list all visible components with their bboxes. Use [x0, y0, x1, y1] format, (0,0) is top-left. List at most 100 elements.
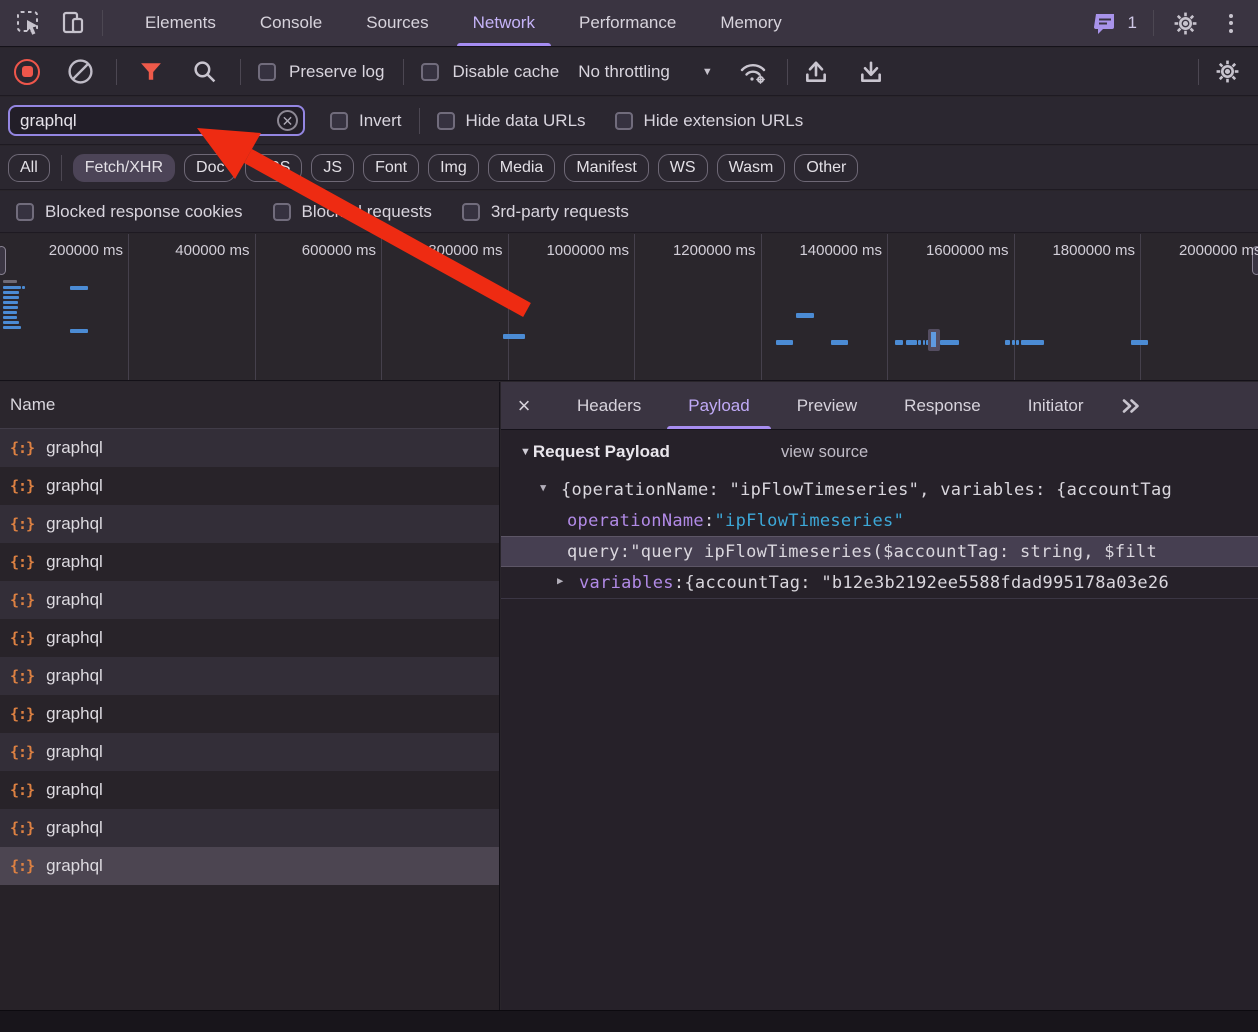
table-row[interactable]: {:} graphql [0, 467, 499, 505]
record-network-log-button[interactable] [14, 59, 40, 85]
3rd-party-requests-checkbox[interactable] [462, 203, 480, 221]
disable-cache-label: Disable cache [452, 62, 559, 82]
payload-variables-row[interactable]: ▶ variables: {accountTag: "b12e3b2192ee5… [501, 567, 1258, 598]
blocked-requests-checkbox[interactable] [273, 203, 291, 221]
timeline-overview[interactable]: 200000 ms400000 ms600000 ms800000 ms1000… [0, 234, 1258, 381]
clear-network-log-icon[interactable] [65, 57, 95, 87]
table-row[interactable]: {:}graphql [0, 581, 499, 619]
filter-chip-other[interactable]: Other [794, 154, 858, 182]
filter-chip-manifest[interactable]: Manifest [564, 154, 648, 182]
request-name: graphql [46, 742, 103, 762]
disable-cache-checkbox[interactable] [421, 63, 439, 81]
table-row[interactable]: {:}graphql [0, 657, 499, 695]
device-toolbar-icon[interactable] [58, 8, 88, 38]
waterfall-bar [906, 340, 917, 345]
tab-response[interactable]: Response [887, 382, 998, 429]
request-payload-section-header[interactable]: ▼ Request Payload view source [501, 430, 1258, 474]
network-settings-gear-icon[interactable] [1212, 57, 1242, 87]
throttling-dropdown[interactable]: No throttling ▼ [578, 62, 713, 82]
preserve-log-label: Preserve log [289, 62, 384, 82]
tab-initiator[interactable]: Initiator [1011, 382, 1101, 429]
more-options-kebab-icon[interactable] [1216, 8, 1246, 38]
view-source-link[interactable]: view source [781, 443, 868, 462]
filter-chip-css[interactable]: CSS [245, 154, 302, 182]
tab-headers[interactable]: Headers [560, 382, 658, 429]
waterfall-bar [940, 340, 959, 345]
key-value-separator: : [674, 573, 685, 593]
tab-payload[interactable]: Payload [671, 382, 766, 429]
key-value-separator: : [620, 542, 631, 562]
export-har-download-icon[interactable] [856, 57, 886, 87]
blocked-response-cookies-checkbox[interactable] [16, 203, 34, 221]
clear-filter-icon[interactable]: ✕ [277, 110, 298, 131]
hide-data-urls-label: Hide data URLs [466, 111, 586, 131]
filter-chip-doc[interactable]: Doc [184, 154, 236, 182]
preserve-log-checkbox[interactable] [258, 63, 276, 81]
name-column-header[interactable]: Name [0, 382, 499, 429]
timeline-gridline [508, 234, 509, 380]
toolbar-divider [403, 59, 404, 85]
filter-funnel-icon[interactable] [136, 57, 166, 87]
close-details-icon[interactable]: × [501, 393, 547, 419]
table-row[interactable]: {:}graphql [0, 695, 499, 733]
waterfall-bar [3, 301, 18, 304]
request-payload-title: Request Payload [533, 442, 670, 462]
import-har-upload-icon[interactable] [801, 57, 831, 87]
filter-chip-media[interactable]: Media [488, 154, 556, 182]
filter-chip-wasm[interactable]: Wasm [717, 154, 786, 182]
timeline-gridline [128, 234, 129, 380]
request-name: graphql [46, 476, 103, 496]
hide-data-urls-checkbox[interactable] [437, 112, 455, 130]
payload-object-value: {accountTag: "b12e3b2192ee5588fdad995178… [684, 573, 1169, 593]
timeline-left-handle[interactable] [0, 246, 6, 275]
payload-operation-row[interactable]: operationName: "ipFlowTimeseries" [501, 505, 1258, 536]
filter-chip-font[interactable]: Font [363, 154, 419, 182]
chevron-down-icon: ▼ [702, 66, 713, 78]
table-row[interactable]: {:}graphql [0, 619, 499, 657]
tab-elements[interactable]: Elements [123, 0, 238, 46]
filter-chip-img[interactable]: Img [428, 154, 479, 182]
toolbar-divider [787, 59, 788, 85]
details-tab-bar: × Headers Payload Preview Response Initiator [501, 382, 1258, 430]
timeline-tick-label: 800000 ms [428, 242, 502, 259]
json-braces-icon: {:} [10, 515, 34, 533]
payload-string-value: "query ipFlowTimeseries($accountTag: str… [630, 542, 1157, 562]
table-row[interactable]: {:}graphql [0, 771, 499, 809]
filter-chip-ws[interactable]: WS [658, 154, 708, 182]
table-row[interactable]: {:}graphql [0, 847, 499, 885]
network-conditions-icon[interactable] [738, 57, 768, 87]
table-row[interactable]: {:}graphql [0, 809, 499, 847]
tab-sources[interactable]: Sources [344, 0, 450, 46]
filter-chip-js[interactable]: JS [311, 154, 354, 182]
tab-console[interactable]: Console [238, 0, 344, 46]
invert-checkbox[interactable] [330, 112, 348, 130]
timeline-gridline [761, 234, 762, 380]
table-row[interactable]: {:}graphql [0, 733, 499, 771]
tab-performance[interactable]: Performance [557, 0, 698, 46]
filter-chip-all[interactable]: All [8, 154, 50, 182]
inspect-element-icon[interactable] [14, 8, 44, 38]
search-icon[interactable] [189, 57, 219, 87]
checkbox-label: Blocked response cookies [45, 202, 243, 222]
tab-network[interactable]: Network [451, 0, 557, 46]
table-row[interactable]: {:}graphql [0, 543, 499, 581]
filter-text-input[interactable] [8, 105, 305, 136]
settings-gear-icon[interactable] [1170, 8, 1200, 38]
payload-preview-row[interactable]: ▼ {operationName: "ipFlowTimeseries", va… [501, 474, 1258, 505]
json-braces-icon: {:} [10, 477, 34, 495]
json-braces-icon: {:} [10, 857, 34, 875]
issues-count[interactable]: 1 [1128, 13, 1137, 33]
collapse-triangle-icon: ▼ [520, 446, 531, 458]
tab-memory[interactable]: Memory [698, 0, 803, 46]
table-row[interactable]: {:}graphql [0, 505, 499, 543]
payload-query-row[interactable]: query: "query ipFlowTimeseries($accountT… [501, 536, 1258, 567]
more-tabs-chevron-icon[interactable] [1116, 391, 1146, 421]
hide-extension-urls-checkbox[interactable] [615, 112, 633, 130]
table-row[interactable]: {:}graphql [0, 429, 499, 467]
filter-chip-fetch-xhr[interactable]: Fetch/XHR [73, 154, 175, 182]
extra-filter-list: Blocked response cookiesBlocked requests… [0, 191, 1258, 233]
json-braces-icon: {:} [10, 705, 34, 723]
tab-preview[interactable]: Preview [780, 382, 874, 429]
issues-message-icon[interactable] [1090, 8, 1120, 38]
timeline-gridline [381, 234, 382, 380]
